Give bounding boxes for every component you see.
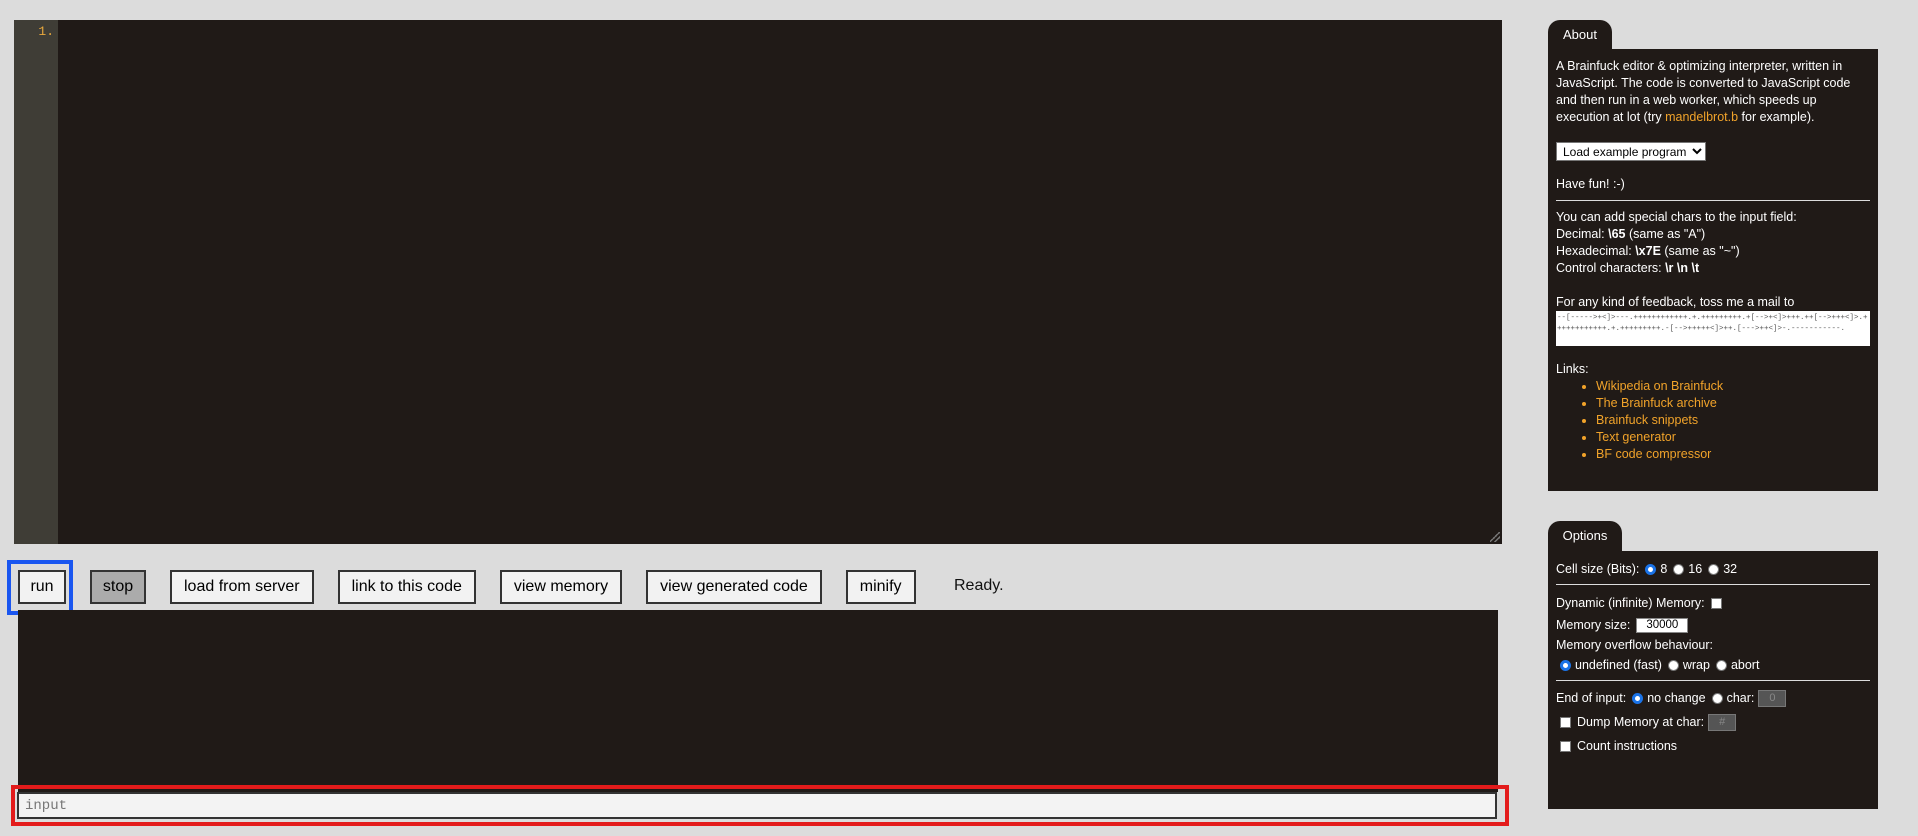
about-panel: A Brainfuck editor & optimizing interpre… <box>1548 49 1878 491</box>
overflow-abort-label: abort <box>1730 657 1760 672</box>
control-line: Control characters: \r \n \t <box>1556 260 1870 277</box>
run-button[interactable]: run <box>18 570 66 604</box>
end-of-input-row: End of input: no change char: 0 <box>1556 687 1870 709</box>
end-of-input-no-change-radio[interactable] <box>1632 692 1644 704</box>
line-number-gutter: 1. <box>14 20 58 544</box>
link-to-code-button[interactable]: link to this code <box>337 570 476 604</box>
char-label: char: <box>1726 690 1755 705</box>
resize-handle-icon[interactable] <box>1490 532 1500 542</box>
cell-size-8-label: 8 <box>1660 561 1668 576</box>
count-instructions-checkbox[interactable] <box>1560 740 1571 752</box>
cell-size-32-label: 32 <box>1723 561 1738 576</box>
overflow-abort-radio[interactable] <box>1715 659 1727 671</box>
program-input-field[interactable] <box>17 792 1497 819</box>
dump-memory-char-input[interactable]: # <box>1708 713 1737 731</box>
line-number: 1. <box>38 24 54 39</box>
link-item: Text generator <box>1596 429 1870 446</box>
end-of-input-char-radio[interactable] <box>1711 692 1723 704</box>
dump-memory-row: Dump Memory at char: # <box>1556 711 1870 733</box>
status-text: Ready. <box>954 577 1004 594</box>
special-chars-text: You can add special chars to the input f… <box>1556 210 1797 224</box>
overflow-wrap-label: wrap <box>1682 657 1710 672</box>
dump-memory-label: Dump Memory at char: <box>1577 714 1705 729</box>
end-of-input-label: End of input: <box>1556 690 1627 705</box>
view-memory-button[interactable]: view memory <box>499 570 623 604</box>
link-item: BF code compressor <box>1596 446 1870 463</box>
tab-options[interactable]: Options <box>1548 521 1622 552</box>
count-instructions-row: Count instructions <box>1556 735 1870 757</box>
count-instructions-label: Count instructions <box>1577 738 1678 753</box>
decimal-line: Decimal: \65 (same as "A") <box>1556 226 1870 243</box>
output-area <box>18 610 1498 792</box>
minify-button[interactable]: minify <box>845 570 916 604</box>
hex-line: Hexadecimal: \x7E (same as "~") <box>1556 243 1870 260</box>
no-change-label: no change <box>1647 690 1706 705</box>
control-label: Control characters: <box>1556 261 1666 275</box>
memory-size-label: Memory size: <box>1556 617 1631 632</box>
overflow-undefined-label: undefined (fast) <box>1575 657 1662 672</box>
control-code: \r \n \t <box>1665 261 1700 275</box>
mail-code-box: --[----->+<]>---.++++++++++++.+.++++++++… <box>1556 311 1870 346</box>
link-text-generator[interactable]: Text generator <box>1596 430 1676 444</box>
memory-size-input[interactable]: 30000 <box>1636 617 1689 633</box>
link-item: The Brainfuck archive <box>1596 395 1870 412</box>
dynamic-memory-row: Dynamic (infinite) Memory: <box>1556 592 1870 614</box>
links-label: Links: <box>1556 362 1589 376</box>
decimal-code: \65 <box>1608 227 1626 241</box>
dump-memory-checkbox[interactable] <box>1560 716 1571 728</box>
link-snippets[interactable]: Brainfuck snippets <box>1596 413 1698 427</box>
cell-size-32-radio[interactable] <box>1708 563 1720 575</box>
decimal-label: Decimal: <box>1556 227 1609 241</box>
load-from-server-button[interactable]: load from server <box>170 570 314 604</box>
about-intro: A Brainfuck editor & optimizing interpre… <box>1556 49 1870 126</box>
overflow-label: Memory overflow behaviour: <box>1556 637 1714 652</box>
divider <box>1556 680 1870 681</box>
code-editor[interactable]: 1. <box>14 20 1502 544</box>
mandelbrot-link[interactable]: mandelbrot.b <box>1665 110 1738 124</box>
toolbar: run stop load from server link to this c… <box>18 569 916 605</box>
link-item: Wikipedia on Brainfuck <box>1596 378 1870 395</box>
feedback-text: For any kind of feedback, toss me a mail… <box>1556 295 1795 309</box>
view-generated-code-button[interactable]: view generated code <box>646 570 822 604</box>
cell-size-8-radio[interactable] <box>1645 563 1657 575</box>
hex-code: \x7E <box>1635 244 1661 258</box>
have-fun-text: Have fun! :-) <box>1556 177 1625 191</box>
divider <box>1556 584 1870 585</box>
load-example-select[interactable]: Load example program <box>1556 142 1706 161</box>
link-item: Brainfuck snippets <box>1596 412 1870 429</box>
memory-size-row: Memory size: 30000 <box>1556 614 1870 636</box>
cell-size-row: Cell size (Bits): 8 16 32 <box>1556 558 1870 580</box>
cell-size-16-radio[interactable] <box>1673 563 1685 575</box>
overflow-undefined-radio[interactable] <box>1560 659 1571 671</box>
about-intro-text-end: for example). <box>1738 110 1815 124</box>
hex-label: Hexadecimal: <box>1556 244 1636 258</box>
tab-about[interactable]: About <box>1548 20 1612 51</box>
options-panel: Cell size (Bits): 8 16 32 Dynamic (infin… <box>1548 551 1878 809</box>
links-list: Wikipedia on Brainfuck The Brainfuck arc… <box>1556 378 1870 463</box>
cell-size-16-label: 16 <box>1688 561 1703 576</box>
link-bf-compressor[interactable]: BF code compressor <box>1596 447 1711 461</box>
divider <box>1556 200 1870 201</box>
overflow-options-row: undefined (fast) wrap abort <box>1556 654 1870 676</box>
link-archive[interactable]: The Brainfuck archive <box>1596 396 1717 410</box>
dynamic-memory-label: Dynamic (infinite) Memory: <box>1556 595 1705 610</box>
overflow-wrap-radio[interactable] <box>1667 659 1679 671</box>
link-wikipedia[interactable]: Wikipedia on Brainfuck <box>1596 379 1723 393</box>
hex-note: (same as "~") <box>1660 244 1740 258</box>
stop-button[interactable]: stop <box>90 570 146 604</box>
dynamic-memory-checkbox[interactable] <box>1710 597 1722 609</box>
end-of-input-char-input[interactable]: 0 <box>1758 689 1787 707</box>
decimal-note: (same as "A") <box>1625 227 1706 241</box>
overflow-label-row: Memory overflow behaviour: <box>1556 636 1870 654</box>
cell-size-label: Cell size (Bits): <box>1556 561 1640 576</box>
